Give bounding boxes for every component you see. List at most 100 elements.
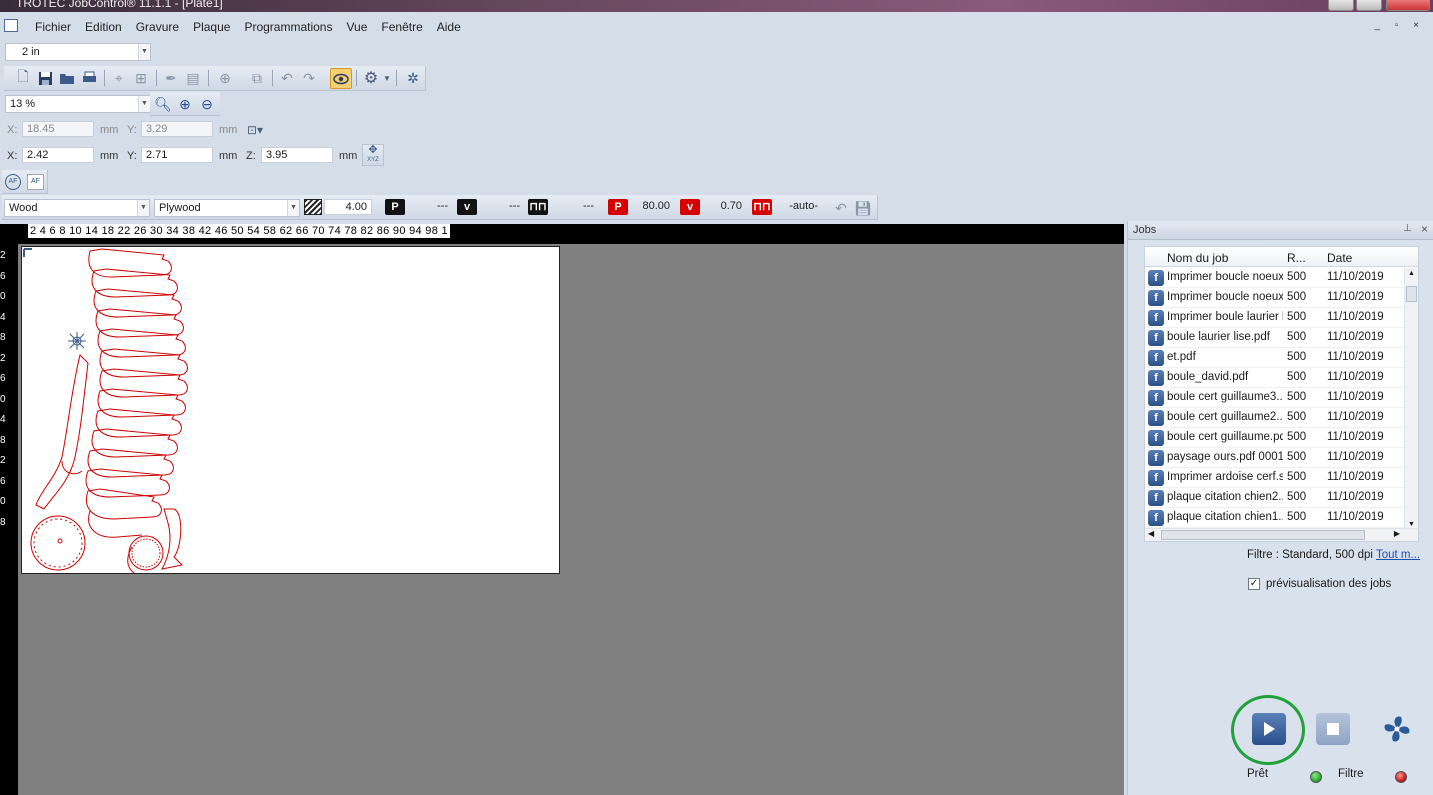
column-date-header[interactable]: Date xyxy=(1327,251,1352,265)
open-folder-icon[interactable] xyxy=(58,69,76,87)
vertical-ruler-label: 0 xyxy=(0,393,6,405)
autofocus-settings-button[interactable]: AF xyxy=(27,174,44,190)
zoom-icon[interactable]: 🔍︎ xyxy=(154,95,172,113)
job-row[interactable]: f boule cert guillaume2.... 500 11/10/2019 xyxy=(1145,408,1404,428)
job-row[interactable]: f Imprimer boucle noeux... 500 11/10/2019 xyxy=(1145,288,1404,308)
show-all-link[interactable]: Tout m... xyxy=(1376,549,1420,561)
menu-item[interactable]: Gravure xyxy=(129,20,186,34)
close-button[interactable] xyxy=(1386,0,1430,11)
laser-icon[interactable]: ✲ xyxy=(404,69,422,87)
plate-canvas[interactable] xyxy=(21,246,560,574)
job-row[interactable]: f Imprimer ardoise cerf.s... 500 11/10/2019 xyxy=(1145,468,1404,488)
close-icon[interactable]: × xyxy=(1421,222,1428,236)
pos-x-input[interactable]: 2.42 xyxy=(22,147,94,163)
cursor-y-label: Y: xyxy=(127,124,137,136)
filter-info: Filtre : Standard, 500 dpi xyxy=(1247,549,1373,561)
position-icon[interactable]: ⊞ xyxy=(132,69,150,87)
job-row[interactable]: f boule cert guillaume.pdf 500 11/10/2019 xyxy=(1145,428,1404,448)
material-select[interactable]: Wood ▼ xyxy=(4,199,150,217)
layers-icon[interactable]: ▤ xyxy=(184,69,202,87)
mdi-controls[interactable]: _ ▫ × xyxy=(1374,20,1425,31)
job-row[interactable]: f Imprimer boucle noeux... 500 11/10/2019 xyxy=(1145,268,1404,288)
duplicate-icon[interactable]: ⧉ xyxy=(248,69,266,87)
pos-z-input[interactable]: 3.95 xyxy=(261,147,333,163)
save-params-icon[interactable]: 💾︎ xyxy=(854,199,872,217)
zoom-select[interactable]: 13 % ▼ xyxy=(5,95,151,113)
preview-eye-icon[interactable] xyxy=(330,68,352,89)
vertical-ruler-label: 2 xyxy=(0,455,6,466)
menu-item[interactable]: Edition xyxy=(78,20,129,34)
job-row[interactable]: f boule cert guillaume3.... 500 11/10/2019 xyxy=(1145,388,1404,408)
unit-select[interactable]: 2 in ▼ xyxy=(5,43,151,61)
undo-icon[interactable]: ↶ xyxy=(278,69,296,87)
menu-item[interactable]: Programmations xyxy=(237,20,339,34)
scroll-down-icon[interactable]: ▼ xyxy=(1408,521,1415,528)
stop-job-button[interactable] xyxy=(1316,713,1350,745)
plate-workspace[interactable]: 2 4 6 8 10 14 18 22 26 30 34 38 42 46 50… xyxy=(0,224,1124,795)
minimize-button[interactable] xyxy=(1328,0,1354,11)
job-resolution: 500 xyxy=(1287,271,1307,283)
chevron-down-icon[interactable]: ▼ xyxy=(382,69,392,87)
job-row[interactable]: f boule laurier lise.pdf 500 11/10/2019 xyxy=(1145,328,1404,348)
undo-params-icon[interactable]: ↶ xyxy=(832,199,850,217)
job-date: 11/10/2019 xyxy=(1327,511,1384,523)
pin-icon[interactable]: ⊥ xyxy=(1403,223,1412,234)
exhaust-fan-button[interactable] xyxy=(1380,713,1414,745)
pos-y-input[interactable]: 2.71 xyxy=(141,147,213,163)
scroll-left-icon[interactable]: ◀ xyxy=(1148,529,1154,538)
scroll-right-icon[interactable]: ▶ xyxy=(1394,529,1400,538)
scroll-up-icon[interactable]: ▲ xyxy=(1408,270,1415,277)
column-r-header[interactable]: R... xyxy=(1287,251,1306,265)
reference-point-icon[interactable]: ⊡▾ xyxy=(246,121,264,139)
app-icon[interactable] xyxy=(4,19,18,32)
engrave-speed-value[interactable]: --- xyxy=(494,200,520,212)
job-row[interactable]: fImprimer boule laurier li... 500 11/10/20… xyxy=(1145,308,1404,328)
menu-item[interactable]: Fenêtre xyxy=(374,20,429,34)
menu-item[interactable]: Aide xyxy=(430,20,468,34)
pen-tool-icon[interactable]: ✒ xyxy=(162,69,180,87)
job-row[interactable]: f paysage ours.pdf 0001 500 11/10/2019 xyxy=(1145,448,1404,468)
job-resolution: 500 xyxy=(1287,471,1307,483)
chevron-down-icon[interactable]: ▼ xyxy=(138,44,150,60)
cursor-x-unit: mm xyxy=(100,124,119,136)
cut-frequency-value[interactable]: -auto- xyxy=(780,200,818,212)
move-icon[interactable]: ⌖ xyxy=(110,69,128,87)
menu-item[interactable]: Plaque xyxy=(186,20,237,34)
job-row[interactable]: f boule_david.pdf 500 11/10/2019 xyxy=(1145,368,1404,388)
horizontal-scrollbar[interactable]: ◀ ▶ xyxy=(1145,528,1418,541)
material-type-select[interactable]: Plywood ▼ xyxy=(154,199,300,217)
job-name: plaque citation chien1.... xyxy=(1167,511,1283,523)
chevron-down-icon[interactable]: ▼ xyxy=(138,96,150,112)
job-list[interactable]: Nom du job R... Date f Imprimer boucle no… xyxy=(1144,246,1419,542)
save-icon[interactable] xyxy=(36,69,54,87)
chevron-down-icon[interactable]: ▼ xyxy=(287,200,299,216)
chevron-down-icon[interactable]: ▼ xyxy=(137,200,149,216)
print-icon[interactable] xyxy=(80,69,98,87)
job-row[interactable]: f plaque citation chien1.... 500 11/10/2019 xyxy=(1145,508,1404,528)
engrave-frequency-value[interactable]: --- xyxy=(568,200,594,212)
settings-gear-icon[interactable]: ⚙ xyxy=(362,69,380,87)
thickness-input[interactable]: 4.00 xyxy=(324,199,372,215)
new-file-icon[interactable]: 🗋 xyxy=(14,68,32,87)
menu-item[interactable]: Fichier xyxy=(28,20,78,34)
filter-status-light xyxy=(1310,771,1322,783)
cut-power-value[interactable]: 80.00 xyxy=(632,200,670,212)
maximize-button[interactable] xyxy=(1356,0,1382,11)
scroll-thumb[interactable] xyxy=(1161,530,1365,540)
preview-checkbox[interactable]: ✓ xyxy=(1248,578,1260,590)
autofocus-button[interactable]: AF xyxy=(5,174,21,190)
cut-speed-value[interactable]: 0.70 xyxy=(704,200,742,212)
zoom-out-icon[interactable]: ⊖ xyxy=(198,95,216,113)
start-job-button[interactable] xyxy=(1252,713,1286,745)
scroll-thumb[interactable] xyxy=(1406,286,1417,302)
job-row[interactable]: f et.pdf 500 11/10/2019 xyxy=(1145,348,1404,368)
menu-item[interactable]: Vue xyxy=(339,20,374,34)
add-job-icon[interactable]: ⊕ xyxy=(216,69,234,87)
move-xyz-button[interactable]: ✥ XYZ xyxy=(362,144,384,166)
engrave-power-value[interactable]: --- xyxy=(422,200,448,212)
job-row[interactable]: f plaque citation chien2.... 500 11/10/2019 xyxy=(1145,488,1404,508)
column-name-header[interactable]: Nom du job xyxy=(1167,251,1228,265)
vertical-scrollbar[interactable]: ▲ ▼ xyxy=(1404,268,1418,530)
zoom-in-icon[interactable]: ⊕ xyxy=(176,95,194,113)
redo-icon[interactable]: ↷ xyxy=(300,69,318,87)
